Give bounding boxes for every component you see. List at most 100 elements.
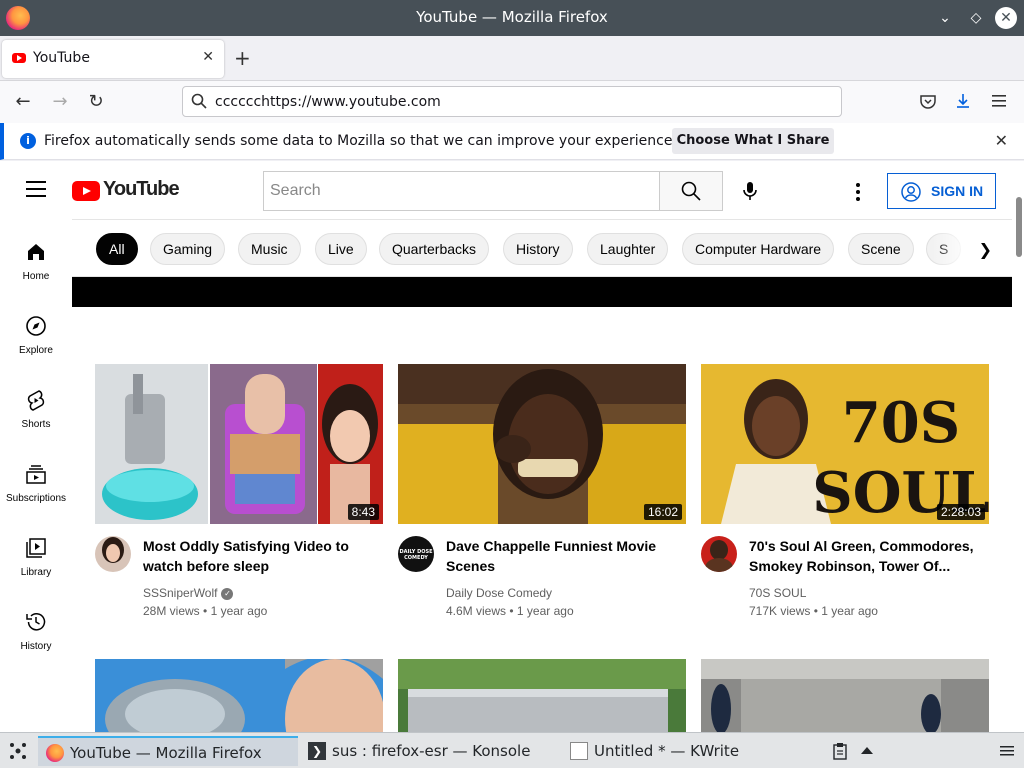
menu-hamburger-icon[interactable] (991, 94, 1007, 108)
compass-icon (26, 316, 46, 336)
task-konsole[interactable]: ❯ sus : firefox-esr — Konsole (300, 736, 558, 766)
application-launcher-icon[interactable] (8, 741, 28, 761)
url-input[interactable] (215, 91, 815, 113)
search-box (263, 171, 660, 211)
maximize-button[interactable]: ◇ (965, 7, 987, 29)
sidebar-item-shorts[interactable]: Shorts (0, 367, 72, 441)
data-notification-bar: i Firefox automatically sends some data … (0, 123, 1024, 160)
channel-name-text: Daily Dose Comedy (446, 586, 553, 600)
video-thumbnail[interactable]: 8:43 (95, 364, 383, 524)
minimize-button[interactable]: ⌄ (934, 7, 956, 29)
video-metadata: 4.6M views • 1 year ago (446, 604, 574, 618)
task-firefox[interactable]: YouTube — Mozilla Firefox (38, 736, 298, 766)
search-icon (191, 93, 207, 109)
channel-avatar[interactable] (95, 536, 131, 572)
guide-menu-icon[interactable] (26, 181, 46, 197)
sidebar-item-library[interactable]: Library (0, 515, 72, 589)
tab-title: YouTube (33, 50, 90, 66)
shorts-icon (27, 390, 45, 411)
system-tray-expand-icon[interactable] (860, 745, 874, 755)
notification-text: Firefox automatically sends some data to… (44, 133, 677, 149)
chip-laughter[interactable]: Laughter (587, 233, 669, 265)
video-title[interactable]: 70's Soul Al Green, Commodores, Smokey R… (749, 536, 989, 576)
channel-avatar[interactable]: DAILY DOSE COMEDY (398, 536, 434, 572)
chip-gaming[interactable]: Gaming (150, 233, 226, 265)
video-thumbnail[interactable] (701, 659, 989, 732)
video-duration: 8:43 (347, 504, 379, 520)
text-editor-icon (570, 742, 588, 760)
search-input[interactable] (264, 172, 660, 210)
chip-live[interactable]: Live (315, 233, 367, 265)
youtube-favicon-icon (12, 53, 26, 63)
task-kwrite[interactable]: Untitled * — KWrite (562, 736, 792, 766)
chip-quarterbacks[interactable]: Quarterbacks (379, 233, 490, 265)
video-metadata: 28M views • 1 year ago (143, 604, 267, 618)
sign-in-label: SIGN IN (931, 183, 984, 199)
library-icon (26, 538, 46, 558)
sidebar-item-home[interactable]: Home (0, 219, 72, 293)
sidebar-item-subscriptions[interactable]: Subscriptions (0, 441, 72, 515)
channel-name[interactable]: SSSniperWolf ✓ (143, 586, 234, 600)
video-title[interactable]: Most Oddly Satisfying Video to watch bef… (143, 536, 383, 576)
new-tab-button[interactable]: + (234, 46, 251, 70)
panel-menu-icon[interactable] (1000, 745, 1014, 757)
search-button[interactable] (659, 171, 723, 211)
back-button[interactable]: ← (12, 91, 34, 113)
avatar-image (95, 536, 131, 572)
mini-guide-sidebar: Home Explore Shorts Subscriptions Librar… (0, 219, 72, 732)
tab-close-icon[interactable]: ✕ (202, 49, 214, 65)
sidebar-item-history[interactable]: History (0, 589, 72, 663)
meta-separator: • (509, 604, 514, 618)
pocket-icon[interactable] (919, 93, 937, 111)
search-icon (681, 181, 701, 201)
chip-scene[interactable]: Scene (848, 233, 914, 265)
video-thumbnail[interactable]: 70S SOUL 2:28:03 (701, 364, 989, 524)
forward-button[interactable]: → (49, 91, 71, 113)
choose-what-i-share-button[interactable]: Choose What I Share (672, 128, 834, 154)
sidebar-item-explore[interactable]: Explore (0, 293, 72, 367)
thumbnail-text-70s: 70S (842, 390, 960, 456)
downloads-icon[interactable] (954, 92, 972, 110)
channel-avatar[interactable] (701, 536, 737, 572)
upload-age: 1 year ago (821, 604, 878, 618)
tab-youtube[interactable]: YouTube ✕ (2, 40, 224, 78)
tab-strip: YouTube ✕ (0, 36, 1024, 81)
clipboard-icon[interactable] (832, 742, 848, 760)
microphone-icon[interactable] (740, 181, 760, 201)
notification-close-icon[interactable]: ✕ (995, 131, 1008, 150)
youtube-wordmark: YouTube (103, 178, 180, 200)
more-options-icon[interactable] (850, 181, 866, 201)
sidebar-label-subscriptions: Subscriptions (5, 493, 67, 504)
video-duration: 2:28:03 (936, 504, 985, 520)
meta-separator: • (813, 604, 818, 618)
video-title[interactable]: Dave Chappelle Funniest Movie Scenes (446, 536, 686, 576)
terminal-icon: ❯ (308, 742, 326, 760)
task-label: YouTube — Mozilla Firefox (70, 744, 262, 762)
chip-computer-hardware[interactable]: Computer Hardware (682, 233, 835, 265)
avatar-image (701, 536, 737, 572)
video-thumbnail[interactable]: 16:02 (398, 364, 686, 524)
thumbnail-image (398, 364, 686, 524)
home-icon (28, 244, 44, 260)
chip-all[interactable]: All (96, 233, 138, 265)
url-bar[interactable] (182, 86, 842, 117)
thumbnail-image (95, 659, 383, 732)
view-count: 4.6M views (446, 604, 507, 618)
thumbnail-image (398, 659, 686, 732)
chips-next-arrow-icon[interactable]: ❯ (979, 240, 992, 259)
chip-music[interactable]: Music (238, 233, 301, 265)
chip-history[interactable]: History (503, 233, 573, 265)
reload-button[interactable]: ↻ (85, 91, 107, 113)
channel-name[interactable]: Daily Dose Comedy (446, 586, 552, 600)
avatar-image: DAILY DOSE COMEDY (398, 536, 434, 572)
meta-separator: • (203, 604, 208, 618)
channel-name[interactable]: 70S SOUL (749, 586, 806, 600)
sign-in-button[interactable]: SIGN IN (887, 173, 996, 209)
channel-name-text: 70S SOUL (749, 586, 807, 600)
subscriptions-icon (26, 465, 46, 484)
category-chips-bar: All Gaming Music Live Quarterbacks Histo… (72, 219, 1012, 277)
video-thumbnail[interactable] (398, 659, 686, 732)
video-thumbnail[interactable] (95, 659, 383, 732)
close-window-button[interactable]: ✕ (995, 7, 1017, 29)
page-scrollbar[interactable] (1016, 197, 1022, 257)
